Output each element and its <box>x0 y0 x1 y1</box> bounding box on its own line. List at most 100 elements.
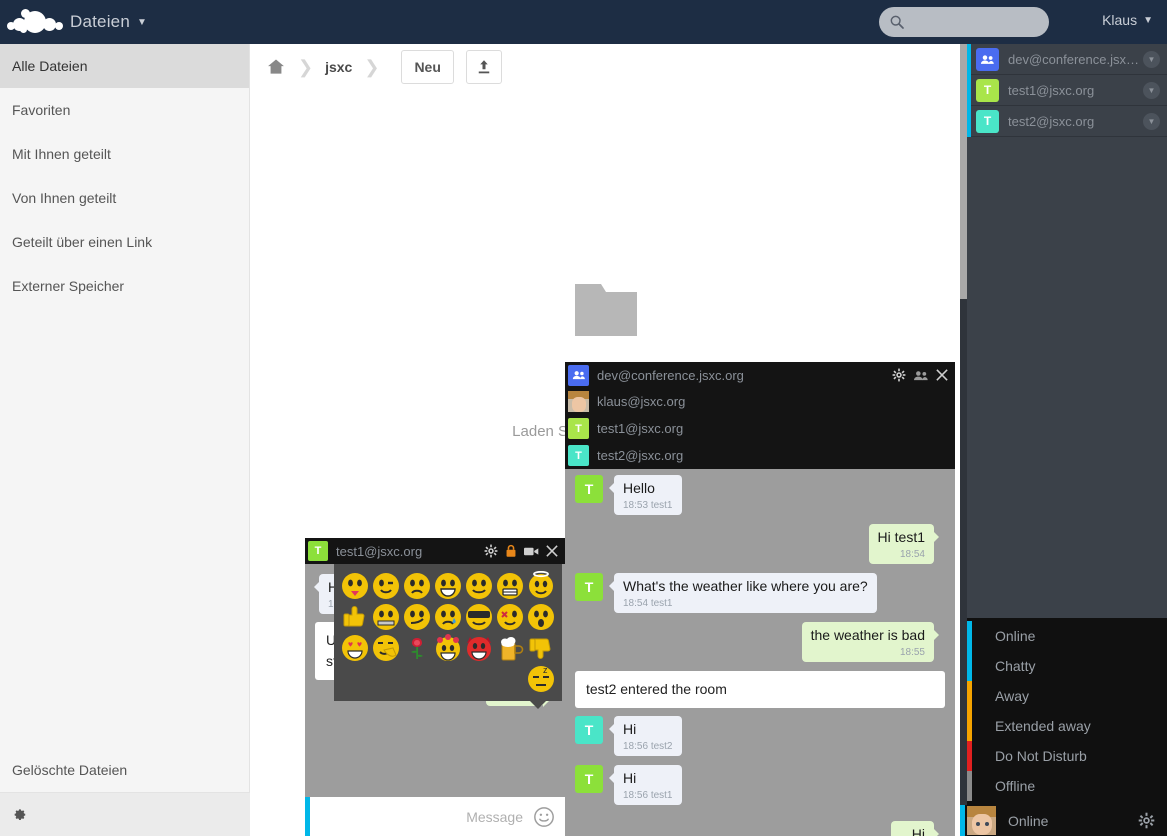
sidebar-item-von-ihnen-geteilt[interactable]: Von Ihnen geteilt <box>0 176 249 220</box>
gear-icon[interactable] <box>1138 812 1155 829</box>
avatar: T <box>568 418 589 439</box>
emoji-devil-icon[interactable] <box>464 633 494 663</box>
status-option-offline[interactable]: Offline <box>967 771 1167 801</box>
message-time: 18:54 <box>623 597 649 609</box>
sidebar-item-label: Geteilt über einen Link <box>12 234 153 250</box>
message-time: 18:56 <box>623 789 649 801</box>
upload-button[interactable] <box>465 50 502 84</box>
status-option-do-not-disturb[interactable]: Do Not Disturb <box>967 741 1167 771</box>
avatar-initial: T <box>584 771 594 787</box>
emoji-thumbs-down-icon[interactable] <box>526 633 556 663</box>
lock-icon[interactable] <box>505 544 517 558</box>
emoji-sunglasses-icon[interactable] <box>464 602 494 632</box>
avatar: T <box>575 765 603 793</box>
chevron-down-icon[interactable]: ▼ <box>1143 112 1160 130</box>
avatar-initial: T <box>584 722 594 738</box>
emoji-beer-icon[interactable] <box>495 633 525 663</box>
members-icon[interactable] <box>913 370 929 381</box>
member-row-klaus[interactable]: klaus@jsxc.org <box>565 388 955 415</box>
new-button[interactable]: Neu <box>401 50 454 84</box>
message-bubble: Hi test1 18:54 <box>868 524 940 564</box>
message-time: 18:56 <box>623 740 649 752</box>
status-option-label: Do Not Disturb <box>995 748 1087 764</box>
emoji-flower-crown-icon[interactable] <box>433 633 463 663</box>
emoji-facepalm-icon[interactable] <box>371 633 401 663</box>
emoji-sleeping-icon[interactable]: z <box>526 664 556 694</box>
gear-icon[interactable] <box>892 368 906 382</box>
chevron-down-icon[interactable]: ▼ <box>1143 81 1160 99</box>
status-option-label: Offline <box>995 778 1036 794</box>
search-input[interactable] <box>911 14 1041 30</box>
member-row-test2[interactable]: T test2@jsxc.org <box>565 442 955 469</box>
message-text: Hello <box>623 480 655 496</box>
member-name-label: test1@jsxc.org <box>597 421 684 436</box>
sidebar-item-alle-dateien[interactable]: Alle Dateien <box>0 44 249 88</box>
message-bubble: Hi 18:56 test1 <box>609 765 682 805</box>
sidebar-item-externer-speicher[interactable]: Externer Speicher <box>0 264 249 308</box>
emoji-grin-icon[interactable] <box>433 571 463 601</box>
message-text: the weather is bad <box>810 627 925 643</box>
emoji-smirk-icon[interactable] <box>402 602 432 632</box>
roster-item-test2[interactable]: T test2@jsxc.org ▼ <box>967 105 1167 137</box>
roster-item-test1[interactable]: T test1@jsxc.org ▼ <box>967 74 1167 106</box>
status-option-extended-away[interactable]: Extended away <box>967 711 1167 741</box>
emoji-zip-mouth-icon[interactable] <box>371 602 401 632</box>
status-indicator <box>960 805 965 836</box>
roster-item-dev-conference[interactable]: dev@conference.jsxc.... ▼ <box>967 43 1167 75</box>
close-icon[interactable] <box>936 369 948 381</box>
close-icon[interactable] <box>546 545 558 557</box>
chat-window-tools <box>484 544 558 558</box>
status-color-bar <box>967 771 972 801</box>
search-box[interactable] <box>879 7 1049 37</box>
emoji-rose-icon[interactable] <box>402 633 432 663</box>
emoji-smile-icon[interactable] <box>464 571 494 601</box>
sidebar-item-geloeschte-dateien[interactable]: Gelöschte Dateien <box>0 748 249 792</box>
roster-scrollbar[interactable] <box>960 44 967 836</box>
emoji-empty-slot <box>464 664 494 694</box>
breadcrumb-folder[interactable]: jsxc <box>325 59 352 75</box>
video-icon[interactable] <box>524 546 539 557</box>
user-menu[interactable]: Klaus ▼ <box>1102 12 1153 28</box>
chat-window-titlebar[interactable]: dev@conference.jsxc.org <box>565 362 955 388</box>
emoji-frown-icon[interactable] <box>402 571 432 601</box>
emoji-wink-icon[interactable] <box>371 571 401 601</box>
emoji-surprised-icon[interactable] <box>526 602 556 632</box>
emoji-picker[interactable]: z <box>334 564 562 709</box>
status-option-away[interactable]: Away <box>967 681 1167 711</box>
avatar: T <box>976 78 999 102</box>
sidebar-item-label: Von Ihnen geteilt <box>12 190 117 206</box>
smiley-icon[interactable] <box>533 806 555 828</box>
sidebar-settings-button[interactable] <box>0 792 250 836</box>
breadcrumb-separator: ❯ <box>298 56 314 77</box>
sidebar-item-favoriten[interactable]: Favoriten <box>0 88 249 132</box>
status-option-online[interactable]: Online <box>967 621 1167 651</box>
home-icon[interactable] <box>266 57 286 77</box>
member-row-test1[interactable]: T test1@jsxc.org <box>565 415 955 442</box>
emoji-kiss-mark-icon[interactable] <box>495 602 525 632</box>
chevron-down-icon[interactable]: ▼ <box>1143 50 1160 68</box>
emoji-thumbs-up-icon[interactable] <box>340 602 370 632</box>
avatar-initial: T <box>314 545 322 557</box>
emoji-sad-tear-icon[interactable] <box>433 602 463 632</box>
sidebar-item-mit-ihnen-geteilt[interactable]: Mit Ihnen geteilt <box>0 132 249 176</box>
roster-scrollbar-thumb[interactable] <box>960 44 967 299</box>
emoji-picker-tail <box>530 701 546 709</box>
owncloud-logo[interactable] <box>0 0 70 44</box>
chat-message-out: Hi test1 18:54 <box>575 524 945 564</box>
sidebar-item-geteilt-ueber-link[interactable]: Geteilt über einen Link <box>0 220 249 264</box>
status-option-chatty[interactable]: Chatty <box>967 651 1167 681</box>
emoji-grimace-icon[interactable] <box>495 571 525 601</box>
avatar-initial: T <box>575 449 582 462</box>
emoji-tongue-out-icon[interactable] <box>340 571 370 601</box>
presence-bar[interactable]: Online <box>960 805 1167 836</box>
left-sidebar: Alle Dateien Favoriten Mit Ihnen geteilt… <box>0 44 250 836</box>
chat-input-bar-test1[interactable]: Message <box>305 797 565 836</box>
emoji-heart-eyes-icon[interactable] <box>340 633 370 663</box>
avatar: T <box>976 109 999 133</box>
gear-icon[interactable] <box>484 544 498 558</box>
emoji-angel-icon[interactable] <box>526 571 556 601</box>
upload-icon <box>478 60 490 74</box>
app-title-menu[interactable]: Dateien ▼ <box>70 12 147 32</box>
chat-window-titlebar[interactable]: T test1@jsxc.org <box>305 538 565 564</box>
status-option-label: Away <box>995 688 1029 704</box>
